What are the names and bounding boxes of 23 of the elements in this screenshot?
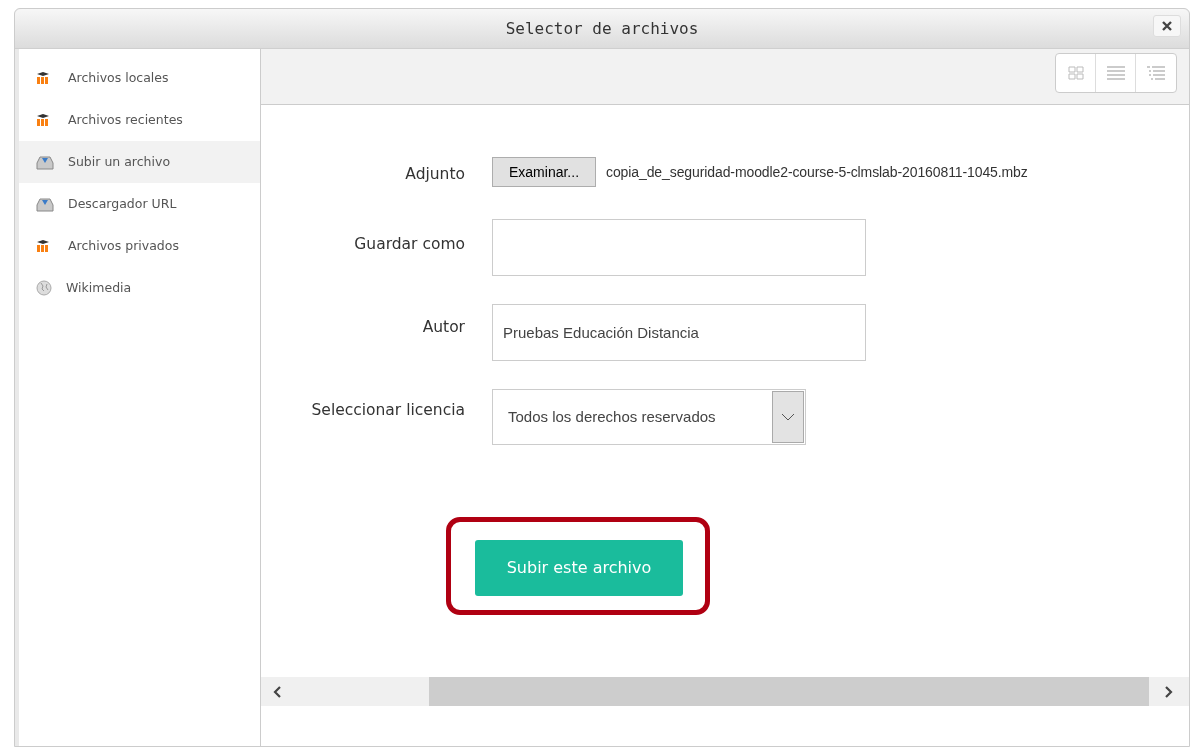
inbox-icon <box>36 196 54 212</box>
input-field[interactable]: Pruebas Educación Distancia <box>492 304 866 361</box>
chevron-down-icon <box>781 413 795 421</box>
file-name: copia_de_seguridad-moodle2-course-5-clmslab-20160811-1045.mbz <box>606 162 1028 182</box>
list-icon <box>1106 66 1125 80</box>
chevron-right-icon <box>1165 685 1173 698</box>
field-label: Adjunto <box>404 164 465 185</box>
window-title: Selector de archivos <box>505 17 699 40</box>
close-icon <box>1162 21 1172 31</box>
inbox-icon <box>36 154 54 170</box>
close-button[interactable] <box>1153 15 1181 37</box>
select-field[interactable]: Todos los derechos reservados <box>492 389 806 445</box>
field-label: Guardar como <box>353 234 465 255</box>
tree-list-icon <box>1147 66 1165 80</box>
browse-button[interactable]: Examinar... <box>492 157 597 187</box>
dropdown-button[interactable] <box>772 391 804 443</box>
grid-icon <box>1067 66 1084 80</box>
chevron-left-icon <box>273 685 281 698</box>
field-label: Seleccionar licencia <box>310 400 465 421</box>
field-label: Autor <box>421 317 465 338</box>
globe-icon <box>36 280 52 296</box>
input-field[interactable] <box>492 219 866 276</box>
sidebar-item[interactable]: Subir un archivo <box>19 141 260 183</box>
